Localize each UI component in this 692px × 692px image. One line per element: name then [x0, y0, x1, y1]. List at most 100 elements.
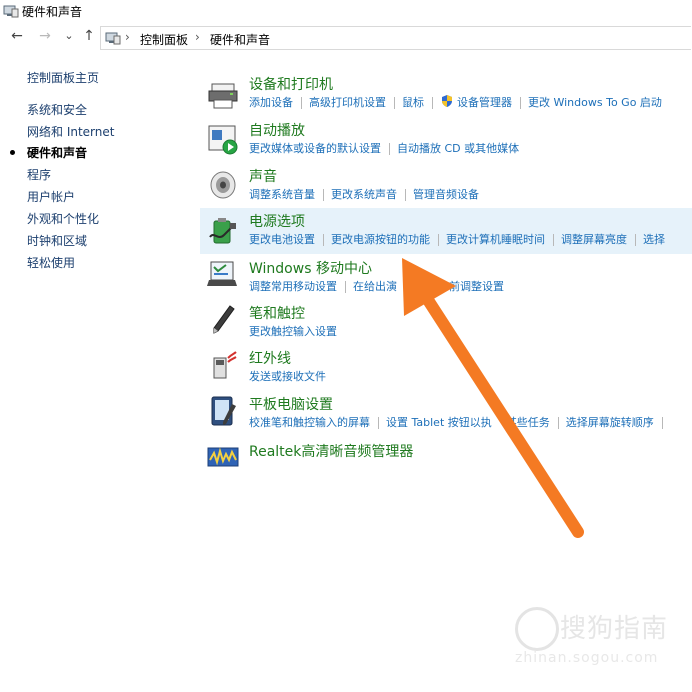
link-power-button-function[interactable]: 更改电源按钮的功能 [331, 233, 430, 246]
category-links: 更改媒体或设备的默认设置 自动播放 CD 或其他媒体 [249, 140, 519, 156]
link-add-device[interactable]: 添加设备 [249, 96, 293, 109]
nav-programs[interactable]: 程序 [27, 166, 51, 183]
category-title[interactable]: 平板电脑设置 [249, 394, 333, 414]
realtek-audio-icon [207, 447, 239, 467]
nav-control-panel-home[interactable]: 控制面板主页 [27, 69, 99, 86]
sogou-logo-icon [515, 607, 559, 651]
category-title[interactable]: Windows 移动中心 [249, 258, 372, 278]
category-pen-touch: 笔和触控 更改触控输入设置 [200, 301, 692, 345]
divider [553, 234, 554, 246]
link-change-system-sounds[interactable]: 更改系统声音 [331, 188, 397, 201]
shield-icon [442, 95, 452, 107]
link-presentation-settings[interactable]: 前调整设置 [449, 280, 504, 293]
link-tablet-buttons-tasks[interactable]: 某些任务 [506, 416, 550, 429]
nav-clock-region[interactable]: 时钟和区域 [27, 232, 87, 249]
link-calibrate-screen[interactable]: 校准笔和触控输入的屏幕 [249, 416, 370, 429]
link-change-touch-input[interactable]: 更改触控输入设置 [249, 325, 337, 338]
divider [405, 189, 406, 201]
breadcrumb-separator[interactable]: › [125, 30, 130, 44]
link-manage-audio-devices[interactable]: 管理音频设备 [413, 188, 479, 201]
divider [323, 234, 324, 246]
control-panel-icon [3, 5, 19, 18]
recent-locations-button[interactable]: ⌄ [60, 27, 78, 45]
watermark-url: zhinan.sogou.com [515, 650, 659, 666]
nav-system-security[interactable]: 系统和安全 [27, 101, 87, 118]
link-adjust-brightness[interactable]: 调整屏幕亮度 [561, 233, 627, 246]
navigation-bar: ← → ⌄ ↑ › 控制面板 › 硬件和声音 [0, 24, 692, 50]
category-title[interactable]: 红外线 [249, 348, 291, 368]
nav-network-internet[interactable]: 网络和 Internet [27, 123, 114, 140]
category-title[interactable]: 声音 [249, 166, 277, 186]
control-panel-icon [105, 32, 121, 45]
link-send-receive-files[interactable]: 发送或接收文件 [249, 370, 326, 383]
up-button[interactable]: ↑ [80, 27, 98, 45]
link-mobility-settings[interactable]: 调整常用移动设置 [249, 280, 337, 293]
speaker-icon [210, 171, 236, 199]
window-title: 硬件和声音 [22, 5, 83, 19]
nav-ease-of-access[interactable]: 轻松使用 [27, 254, 75, 271]
divider [301, 97, 302, 109]
breadcrumb-control-panel[interactable]: 控制面板 [140, 31, 188, 48]
watermark-text: 搜狗指南 [560, 614, 669, 644]
divider [557, 417, 559, 429]
breadcrumb-separator[interactable]: › [195, 30, 200, 44]
category-links: 调整常用移动设置 在给出演 前调整设置 [249, 278, 504, 294]
category-links: 更改电池设置 更改电源按钮的功能 更改计算机睡眠时间 调整屏幕亮度 选择 [249, 231, 665, 247]
nav-hardware-sound[interactable]: 硬件和声音 [27, 144, 87, 161]
category-infrared: 红外线 发送或接收文件 [200, 346, 692, 390]
current-item-bullet [10, 150, 15, 155]
back-button[interactable]: ← [8, 27, 26, 45]
category-title[interactable]: 电源选项 [249, 211, 305, 231]
category-title[interactable]: 设备和打印机 [249, 74, 333, 94]
breadcrumb-hardware-sound[interactable]: 硬件和声音 [210, 31, 270, 48]
divider [323, 189, 324, 201]
divider [438, 234, 439, 246]
link-advanced-printer-setup[interactable]: 高级打印机设置 [309, 96, 386, 109]
divider [432, 97, 433, 109]
tablet-icon [211, 396, 236, 426]
link-change-battery-settings[interactable]: 更改电池设置 [249, 233, 315, 246]
category-links: 添加设备 高级打印机设置 鼠标 设备管理器 更改 Windows To Go 启动 [249, 94, 662, 110]
link-autoplay-cd[interactable]: 自动播放 CD 或其他媒体 [397, 142, 519, 155]
printer-icon [208, 83, 238, 109]
battery-icon [209, 218, 236, 244]
mobility-center-icon [207, 261, 237, 286]
link-adjust-volume[interactable]: 调整系统音量 [249, 188, 315, 201]
link-change-default-settings[interactable]: 更改媒体或设备的默认设置 [249, 142, 381, 155]
category-mobility-center: Windows 移动中心 调整常用移动设置 在给出演 前调整设置 [200, 256, 692, 300]
autoplay-icon [208, 125, 238, 155]
category-devices-printers: 设备和打印机 添加设备 高级打印机设置 鼠标 设备管理器 更改 Windows To G… [200, 72, 692, 116]
pen-icon [213, 305, 235, 334]
link-tablet-buttons[interactable]: 设置 Tablet 按钮以执 [386, 416, 492, 429]
category-title[interactable]: 笔和触控 [249, 303, 305, 323]
nav-user-accounts[interactable]: 用户帐户 [27, 188, 75, 205]
nav-appearance[interactable]: 外观和个性化 [27, 210, 99, 227]
category-title[interactable]: Realtek高清晰音频管理器 [249, 441, 413, 461]
divider [345, 281, 346, 293]
category-autoplay: 自动播放 更改媒体或设备的默认设置 自动播放 CD 或其他媒体 [200, 118, 692, 162]
divider [635, 234, 636, 246]
forward-button[interactable]: → [36, 27, 54, 45]
divider [378, 417, 379, 429]
category-links: 校准笔和触控输入的屏幕 设置 Tablet 按钮以执 某些任务 选择屏幕旋转顺序 [249, 414, 670, 430]
category-links: 发送或接收文件 [249, 368, 326, 384]
link-device-manager[interactable]: 设备管理器 [457, 96, 512, 109]
link-presentation[interactable]: 在给出演 [353, 280, 397, 293]
link-windows-to-go[interactable]: 更改 Windows To Go 启动 [528, 96, 662, 109]
category-tablet-settings: 平板电脑设置 校准笔和触控输入的屏幕 设置 Tablet 按钮以执 某些任务 选择屏幕… [200, 392, 692, 436]
divider [520, 97, 521, 109]
divider [389, 143, 390, 155]
category-links: 调整系统音量 更改系统声音 管理音频设备 [249, 186, 479, 202]
title-bar: 硬件和声音 [0, 0, 692, 22]
category-power-options[interactable]: 电源选项 更改电池设置 更改电源按钮的功能 更改计算机睡眠时间 调整屏幕亮度 选择 [200, 208, 692, 254]
link-screen-rotation[interactable]: 选择屏幕旋转顺序 [566, 416, 654, 429]
link-choose[interactable]: 选择 [643, 233, 665, 246]
address-bar[interactable]: › 控制面板 › 硬件和声音 [100, 26, 691, 50]
category-title[interactable]: 自动播放 [249, 120, 305, 140]
link-sleep-time[interactable]: 更改计算机睡眠时间 [446, 233, 545, 246]
divider [394, 97, 395, 109]
divider [661, 417, 663, 429]
category-links: 更改触控输入设置 [249, 323, 337, 339]
link-mouse[interactable]: 鼠标 [402, 96, 424, 109]
infrared-icon [213, 351, 237, 379]
